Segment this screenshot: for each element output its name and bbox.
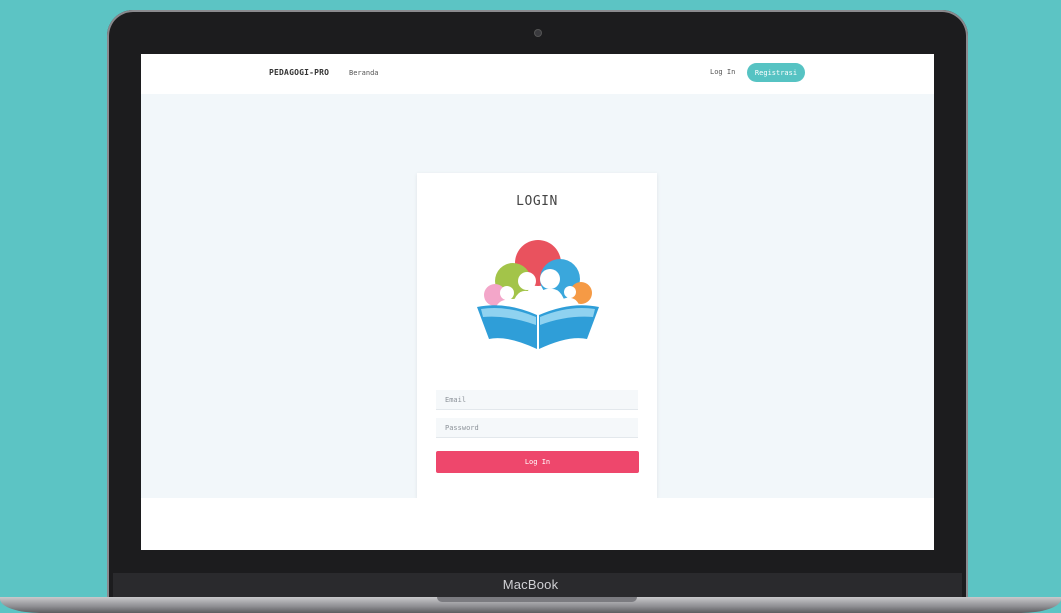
browser-screen: PEDAGOGI-PRO Beranda Log In Registrasi L… <box>141 54 934 550</box>
password-field[interactable] <box>436 418 638 438</box>
people-reading-book-logo-icon <box>477 240 599 349</box>
laptop-notch <box>437 597 637 602</box>
register-button[interactable]: Registrasi <box>747 63 805 82</box>
device-label: MacBook <box>502 577 559 592</box>
login-card: LOGIN Email Log In <box>417 173 657 499</box>
login-submit-button[interactable]: Log In <box>436 451 639 473</box>
main-content: LOGIN Email Log In <box>141 94 934 499</box>
nav-link-login[interactable]: Log In <box>710 68 735 76</box>
brand-logo-text[interactable]: PEDAGOGI-PRO <box>269 68 329 77</box>
login-title: LOGIN <box>516 194 558 209</box>
footer <box>141 498 934 550</box>
nav-link-beranda[interactable]: Beranda <box>349 69 379 77</box>
navbar: PEDAGOGI-PRO Beranda Log In Registrasi <box>141 54 934 94</box>
email-field[interactable] <box>436 390 638 410</box>
camera-icon <box>535 30 541 36</box>
